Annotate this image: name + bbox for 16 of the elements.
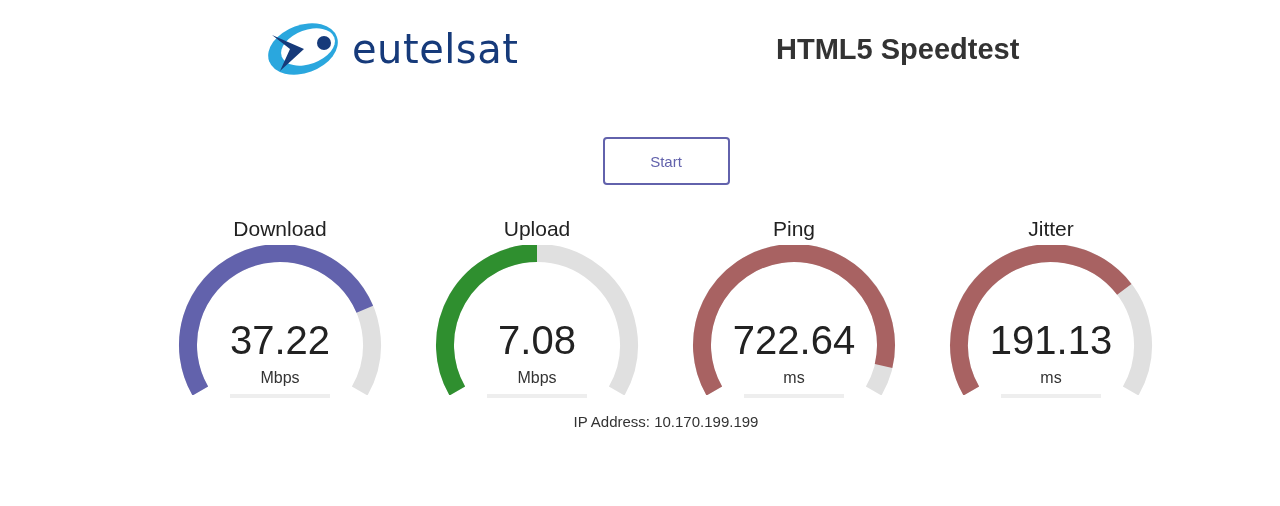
gauge-unit: ms [1039, 369, 1063, 387]
gauge-value: 37.22 [228, 320, 332, 360]
gauge-label: Ping [773, 217, 815, 242]
gauge-value: 7.08 [497, 320, 577, 360]
gauge-value: 722.64 [731, 320, 857, 360]
gauge-unit: Mbps [516, 369, 558, 387]
gauge-label: Jitter [1028, 217, 1074, 242]
gauge-label: Download [233, 217, 327, 242]
ip-address: IP Address: 10.170.199.199 [572, 413, 760, 430]
page-title: HTML5 Speedtest [776, 32, 1020, 66]
gauge-unit: Mbps [259, 369, 301, 387]
gauge-value: 191.13 [988, 320, 1114, 360]
gauge-label: Upload [503, 217, 571, 242]
logo-text: eutelsat [352, 26, 519, 72]
start-button[interactable]: Start [602, 137, 730, 185]
gauge-unit: ms [782, 369, 806, 387]
